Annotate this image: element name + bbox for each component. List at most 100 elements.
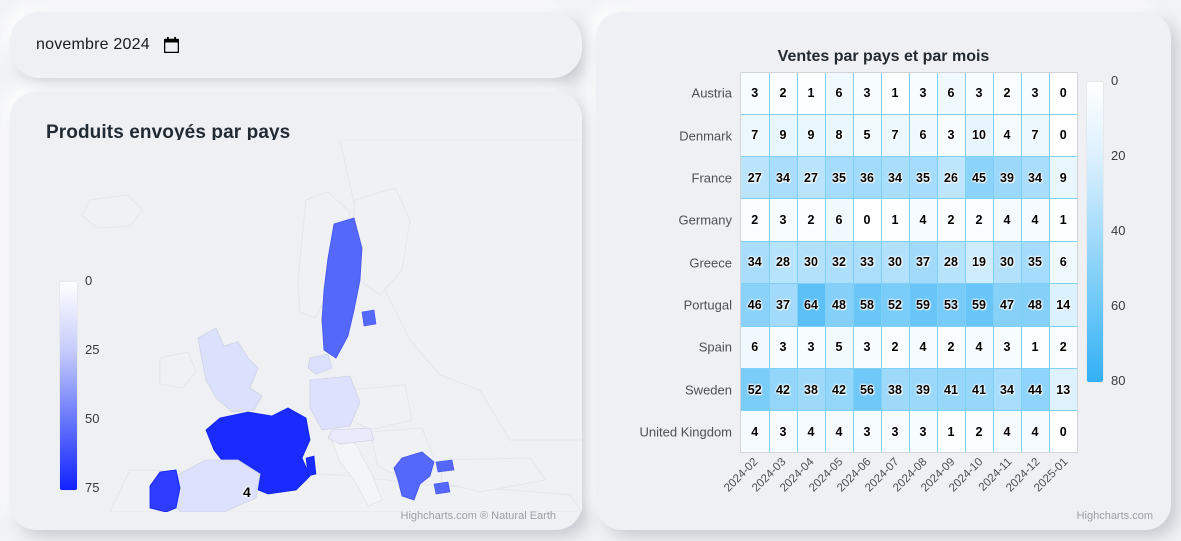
heatmap-cell[interactable]: 34 bbox=[881, 156, 910, 200]
heatmap-cell[interactable]: 53 bbox=[937, 283, 966, 327]
heatmap-cell[interactable]: 1 bbox=[1049, 198, 1077, 242]
heatmap-cell[interactable]: 1 bbox=[937, 410, 966, 452]
heatmap-cell[interactable]: 35 bbox=[1021, 241, 1050, 285]
heatmap-cell[interactable]: 8 bbox=[825, 114, 854, 157]
heatmap-cell[interactable]: 39 bbox=[909, 368, 938, 412]
heatmap-cell[interactable]: 4 bbox=[909, 198, 938, 242]
heatmap-cell[interactable]: 42 bbox=[769, 368, 798, 412]
heatmap-grid[interactable]: 3 2 1 6 3 1 3 6 3 2 3 0 7 9 9 8 5 7 6 3 10 4 7 0 27 34 27 35 36 34 35 2… bbox=[741, 73, 1077, 452]
heatmap-cell[interactable]: 28 bbox=[769, 241, 798, 285]
heatmap-color-legend[interactable]: 0 20 40 60 80 bbox=[1087, 73, 1125, 388]
heatmap-cell[interactable]: 59 bbox=[909, 283, 938, 327]
map-color-legend[interactable]: 0 25 50 75 bbox=[60, 273, 99, 495]
heatmap-cell[interactable]: 2 bbox=[881, 326, 910, 370]
heatmap-cell[interactable]: 47 bbox=[993, 283, 1022, 327]
heatmap-cell[interactable]: 34 bbox=[769, 156, 798, 200]
heatmap-cell[interactable]: 3 bbox=[769, 326, 798, 370]
heatmap-cell[interactable]: 28 bbox=[937, 241, 966, 285]
heatmap-cell[interactable]: 4 bbox=[825, 410, 854, 452]
heatmap-cell[interactable]: 2 bbox=[937, 198, 966, 242]
heatmap-cell[interactable]: 2 bbox=[993, 73, 1022, 115]
map-country-greece-crete[interactable] bbox=[433, 481, 451, 495]
heatmap-cell[interactable]: 4 bbox=[1021, 410, 1050, 452]
heatmap-cell[interactable]: 5 bbox=[853, 114, 882, 157]
map-country-sweden-island[interactable] bbox=[361, 309, 377, 327]
heatmap-cell[interactable]: 41 bbox=[937, 368, 966, 412]
heatmap-cell[interactable]: 38 bbox=[797, 368, 826, 412]
heatmap-cell[interactable]: 35 bbox=[909, 156, 938, 200]
heatmap-color-gradient-bar[interactable] bbox=[1087, 82, 1103, 382]
heatmap-cell[interactable]: 64 bbox=[797, 283, 826, 327]
heatmap-cell[interactable]: 3 bbox=[769, 198, 798, 242]
heatmap-cell[interactable]: 4 bbox=[909, 326, 938, 370]
heatmap-cell[interactable]: 3 bbox=[993, 326, 1022, 370]
heatmap-cell[interactable]: 34 bbox=[993, 368, 1022, 412]
heatmap-cell[interactable]: 3 bbox=[769, 410, 798, 452]
heatmap-cell[interactable]: 34 bbox=[741, 241, 770, 285]
heatmap-cell[interactable]: 3 bbox=[797, 326, 826, 370]
heatmap-cell[interactable]: 3 bbox=[881, 410, 910, 452]
heatmap-cell[interactable]: 14 bbox=[1049, 283, 1077, 327]
heatmap-cell[interactable]: 2 bbox=[965, 410, 994, 452]
heatmap-cell[interactable]: 7 bbox=[741, 114, 770, 157]
heatmap-cell[interactable]: 1 bbox=[881, 73, 910, 115]
heatmap-cell[interactable]: 5 bbox=[825, 326, 854, 370]
heatmap-cell[interactable]: 3 bbox=[937, 114, 966, 157]
heatmap-cell[interactable]: 39 bbox=[993, 156, 1022, 200]
heatmap-cell[interactable]: 2 bbox=[937, 326, 966, 370]
heatmap-cell[interactable]: 48 bbox=[825, 283, 854, 327]
heatmap-cell[interactable]: 3 bbox=[853, 326, 882, 370]
heatmap-cell[interactable]: 3 bbox=[853, 73, 882, 115]
heatmap-cell[interactable]: 9 bbox=[1049, 156, 1077, 200]
heatmap-cell[interactable]: 7 bbox=[881, 114, 910, 157]
heatmap-cell[interactable]: 10 bbox=[965, 114, 994, 157]
map-country-france-corsica[interactable] bbox=[305, 455, 317, 477]
heatmap-cell[interactable]: 4 bbox=[993, 410, 1022, 452]
heatmap-cell[interactable]: 46 bbox=[741, 283, 770, 327]
heatmap-cell[interactable]: 3 bbox=[909, 410, 938, 452]
heatmap-cell[interactable]: 4 bbox=[965, 326, 994, 370]
heatmap-cell[interactable]: 1 bbox=[797, 73, 826, 115]
heatmap-cell[interactable]: 4 bbox=[797, 410, 826, 452]
heatmap-cell[interactable]: 6 bbox=[825, 198, 854, 242]
heatmap-cell[interactable]: 4 bbox=[993, 114, 1022, 157]
heatmap-cell[interactable]: 3 bbox=[741, 73, 770, 115]
heatmap-cell[interactable]: 7 bbox=[1021, 114, 1050, 157]
heatmap-cell[interactable]: 1 bbox=[1021, 326, 1050, 370]
heatmap-cell[interactable]: 30 bbox=[993, 241, 1022, 285]
heatmap-cell[interactable]: 9 bbox=[797, 114, 826, 157]
heatmap-cell[interactable]: 2 bbox=[797, 198, 826, 242]
map-country-greece-islands[interactable] bbox=[435, 459, 455, 473]
heatmap-cell[interactable]: 3 bbox=[909, 73, 938, 115]
heatmap-cell[interactable]: 52 bbox=[741, 368, 770, 412]
heatmap-cell[interactable]: 38 bbox=[881, 368, 910, 412]
heatmap-cell[interactable]: 45 bbox=[965, 156, 994, 200]
heatmap-cell[interactable]: 1 bbox=[881, 198, 910, 242]
heatmap-cell[interactable]: 3 bbox=[853, 410, 882, 452]
heatmap-cell[interactable]: 2 bbox=[769, 73, 798, 115]
heatmap-cell[interactable]: 36 bbox=[853, 156, 882, 200]
heatmap-cell[interactable]: 3 bbox=[1021, 73, 1050, 115]
heatmap-cell[interactable]: 6 bbox=[741, 326, 770, 370]
heatmap-cell[interactable]: 30 bbox=[797, 241, 826, 285]
heatmap-cell[interactable]: 35 bbox=[825, 156, 854, 200]
heatmap-cell[interactable]: 4 bbox=[993, 198, 1022, 242]
heatmap-cell[interactable]: 9 bbox=[769, 114, 798, 157]
heatmap-cell[interactable]: 42 bbox=[825, 368, 854, 412]
heatmap-credit[interactable]: Highcharts.com bbox=[1077, 510, 1153, 522]
heatmap-cell[interactable]: 3 bbox=[965, 73, 994, 115]
heatmap-cell[interactable]: 41 bbox=[965, 368, 994, 412]
heatmap-cell[interactable]: 59 bbox=[965, 283, 994, 327]
heatmap-cell[interactable]: 32 bbox=[825, 241, 854, 285]
heatmap-cell[interactable]: 58 bbox=[853, 283, 882, 327]
heatmap-cell[interactable]: 44 bbox=[1021, 368, 1050, 412]
heatmap-cell[interactable]: 6 bbox=[909, 114, 938, 157]
heatmap-cell[interactable]: 13 bbox=[1049, 368, 1077, 412]
map-color-gradient-bar[interactable] bbox=[60, 282, 77, 490]
heatmap-cell[interactable]: 19 bbox=[965, 241, 994, 285]
heatmap-cell[interactable]: 52 bbox=[881, 283, 910, 327]
map-credit[interactable]: Highcharts.com ® Natural Earth bbox=[401, 510, 556, 522]
heatmap-cell[interactable]: 0 bbox=[1049, 410, 1077, 452]
month-picker[interactable]: novembre 2024 bbox=[36, 12, 179, 78]
heatmap-cell[interactable]: 33 bbox=[853, 241, 882, 285]
